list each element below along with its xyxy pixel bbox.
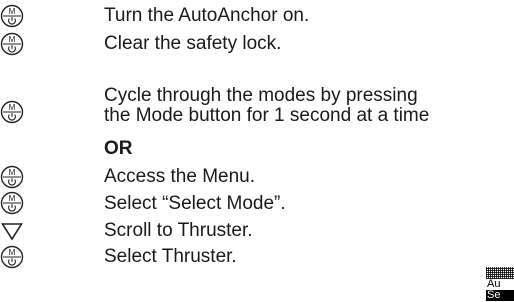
mode-power-button-icon: M [0, 4, 24, 28]
svg-text:M: M [9, 103, 16, 112]
step-text: Scroll to Thruster. [104, 220, 253, 241]
svg-text:M: M [9, 168, 16, 177]
mode-power-button-icon: M [0, 100, 24, 124]
mode-power-button-icon: M [0, 32, 24, 56]
svg-text:M: M [9, 194, 16, 203]
mode-power-button-icon: M [0, 165, 24, 189]
step-text: Clear the safety lock. [104, 33, 282, 54]
svg-text:M: M [9, 7, 16, 16]
mode-power-button-icon: M [0, 191, 24, 215]
display-line-2-highlighted: Se [486, 290, 514, 301]
or-label: OR [104, 138, 133, 159]
down-triangle-icon [0, 220, 24, 244]
step-text-line-2: the Mode button for 1 second at a time [104, 105, 430, 126]
step-text: Select “Select Mode”. [104, 193, 286, 214]
mode-power-button-icon: M [0, 245, 24, 269]
svg-text:M: M [9, 35, 16, 44]
step-text: Turn the AutoAnchor on. [104, 5, 310, 26]
step-text-line-1: Cycle through the modes by pressing [104, 85, 418, 106]
step-text: Access the Menu. [104, 166, 256, 187]
display-screen-thumbnail: Au Se [486, 267, 514, 302]
svg-text:M: M [9, 248, 16, 257]
step-text: Select Thruster. [104, 246, 237, 267]
